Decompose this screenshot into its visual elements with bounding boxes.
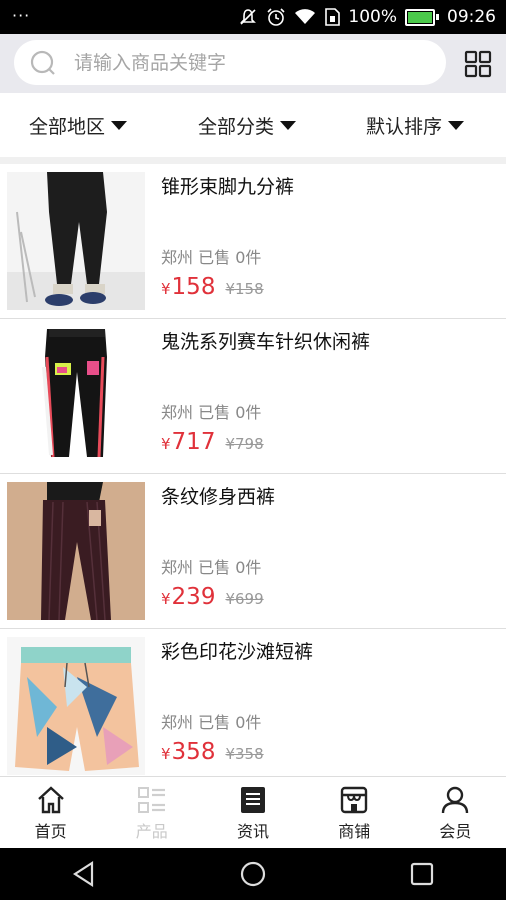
product-original-price: ¥358 xyxy=(225,745,264,763)
product-sold: 已售 0件 xyxy=(198,248,262,267)
product-item[interactable]: 条纹修身西裤 郑州 已售 0件 ¥239 ¥699 xyxy=(0,474,506,629)
product-price-value: 717 xyxy=(171,429,216,455)
product-image[interactable] xyxy=(7,327,145,465)
tab-stores-label: 商铺 xyxy=(338,821,371,841)
product-sold: 已售 0件 xyxy=(198,558,262,577)
tab-home[interactable]: 首页 xyxy=(0,777,101,849)
product-location: 郑州 xyxy=(161,403,194,422)
product-title[interactable]: 条纹修身西裤 xyxy=(161,482,275,509)
currency-symbol: ¥ xyxy=(161,590,171,608)
filter-region[interactable]: 全部地区 xyxy=(29,93,128,157)
product-price-value: 158 xyxy=(171,274,216,300)
search-bar xyxy=(0,34,506,93)
currency-symbol: ¥ xyxy=(161,280,171,298)
tab-news[interactable]: 资讯 xyxy=(202,777,303,849)
tab-member-label: 会员 xyxy=(439,821,472,841)
battery-percent: 100% xyxy=(348,7,397,27)
product-price: ¥358 xyxy=(161,739,215,765)
recents-icon[interactable] xyxy=(408,860,436,888)
product-image[interactable] xyxy=(7,637,145,775)
notification-dots: ··· xyxy=(12,6,31,25)
tab-products-label: 产品 xyxy=(135,821,168,841)
product-list: 锥形束脚九分裤 郑州 已售 0件 ¥158 ¥158 鬼洗系列赛车针织休闲裤 郑… xyxy=(0,164,506,784)
product-prices: ¥717 ¥798 xyxy=(161,429,264,455)
store-icon xyxy=(341,786,368,813)
home-icon xyxy=(37,785,64,813)
product-meta: 郑州 已售 0件 xyxy=(161,554,261,578)
tab-home-label: 首页 xyxy=(34,821,67,841)
product-original-price: ¥699 xyxy=(225,590,264,608)
search-box[interactable] xyxy=(14,40,446,85)
product-price-value: 358 xyxy=(171,739,216,765)
filter-category[interactable]: 全部分类 xyxy=(198,93,297,157)
product-title[interactable]: 彩色印花沙滩短裤 xyxy=(161,637,313,664)
product-image[interactable] xyxy=(7,482,145,620)
product-price: ¥239 xyxy=(161,584,215,610)
caret-down-icon xyxy=(448,120,465,130)
wifi-icon xyxy=(295,9,316,24)
product-item[interactable]: 鬼洗系列赛车针织休闲裤 郑州 已售 0件 ¥717 ¥798 xyxy=(0,319,506,474)
product-price-value: 239 xyxy=(171,584,216,610)
sim-card-icon xyxy=(325,8,341,26)
battery-icon xyxy=(405,8,439,26)
product-prices: ¥158 ¥158 xyxy=(161,274,264,300)
product-title[interactable]: 鬼洗系列赛车针织休闲裤 xyxy=(161,327,370,354)
home-circle-icon[interactable] xyxy=(239,860,267,888)
product-meta: 郑州 已售 0件 xyxy=(161,244,261,268)
tab-stores[interactable]: 商铺 xyxy=(304,777,405,849)
product-price: ¥717 xyxy=(161,429,215,455)
filter-sort[interactable]: 默认排序 xyxy=(366,93,465,157)
tab-news-label: 资讯 xyxy=(237,821,270,841)
grid-view-icon[interactable] xyxy=(464,50,492,78)
mute-icon xyxy=(240,9,257,25)
product-sold: 已售 0件 xyxy=(198,713,262,732)
back-icon[interactable] xyxy=(70,860,98,888)
product-location: 郑州 xyxy=(161,713,194,732)
product-title[interactable]: 锥形束脚九分裤 xyxy=(161,172,294,199)
product-meta: 郑州 已售 0件 xyxy=(161,709,261,733)
bottom-tab-bar: 首页 产品 资讯 商铺 会员 xyxy=(0,776,506,849)
filter-region-label: 全部地区 xyxy=(29,115,106,138)
user-icon xyxy=(442,786,469,813)
product-original-price: ¥158 xyxy=(225,280,264,298)
product-item[interactable]: 彩色印花沙滩短裤 郑州 已售 0件 ¥358 ¥358 xyxy=(0,629,506,784)
system-nav-bar xyxy=(0,848,506,900)
tab-products[interactable]: 产品 xyxy=(101,777,202,849)
currency-symbol: ¥ xyxy=(161,745,171,763)
news-icon xyxy=(241,786,265,813)
filter-sort-label: 默认排序 xyxy=(366,115,443,138)
filter-bar: 全部地区 全部分类 默认排序 xyxy=(0,93,506,158)
product-location: 郑州 xyxy=(161,248,194,267)
clock: 09:26 xyxy=(447,7,496,27)
tab-member[interactable]: 会员 xyxy=(405,777,506,849)
alarm-icon xyxy=(267,8,285,26)
caret-down-icon xyxy=(111,120,128,130)
product-item[interactable]: 锥形束脚九分裤 郑州 已售 0件 ¥158 ¥158 xyxy=(0,164,506,319)
search-input[interactable] xyxy=(72,50,416,75)
product-location: 郑州 xyxy=(161,558,194,577)
product-sold: 已售 0件 xyxy=(198,403,262,422)
divider xyxy=(0,157,506,164)
product-price: ¥158 xyxy=(161,274,215,300)
list-icon xyxy=(137,786,165,813)
product-prices: ¥239 ¥699 xyxy=(161,584,264,610)
currency-symbol: ¥ xyxy=(161,435,171,453)
filter-category-label: 全部分类 xyxy=(198,115,275,138)
search-icon xyxy=(30,50,55,75)
product-prices: ¥358 ¥358 xyxy=(161,739,264,765)
product-image[interactable] xyxy=(7,172,145,310)
product-meta: 郑州 已售 0件 xyxy=(161,399,261,423)
product-original-price: ¥798 xyxy=(225,435,264,453)
status-bar: ··· 100% 09:26 xyxy=(0,0,506,34)
caret-down-icon xyxy=(280,120,297,130)
